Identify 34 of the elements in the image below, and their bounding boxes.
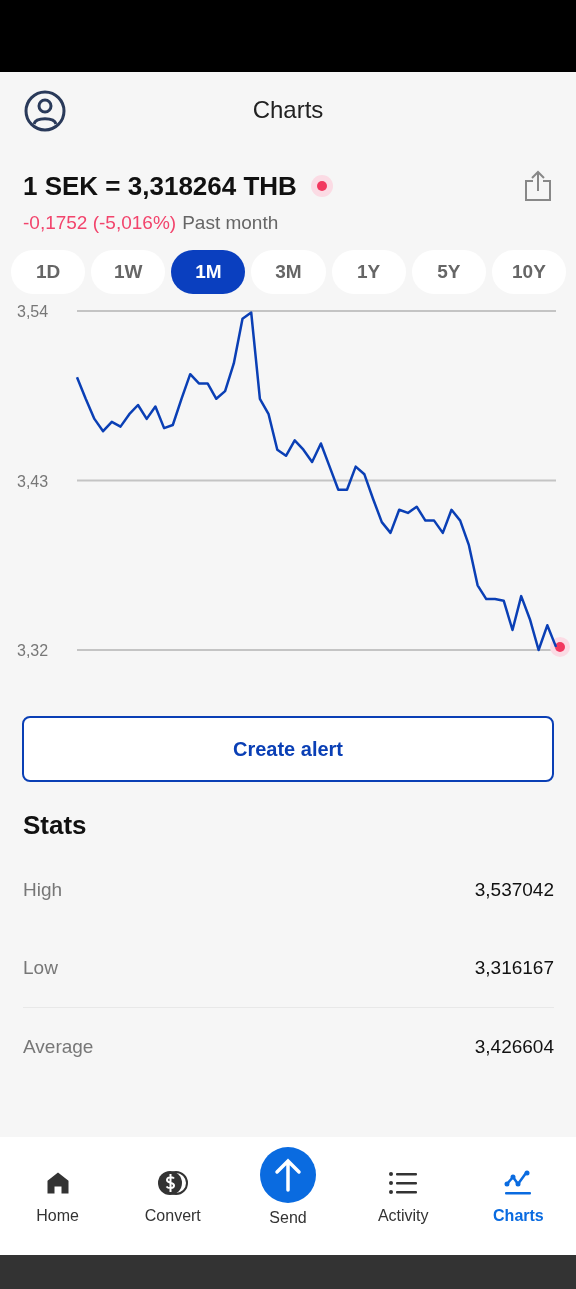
range-tab[interactable]: 1M (171, 250, 246, 294)
list-icon (388, 1169, 419, 1197)
stat-label: Low (23, 957, 58, 979)
page-title: Charts (252, 96, 324, 124)
share-icon[interactable] (524, 170, 552, 202)
axis-label: 3,43 (17, 472, 49, 490)
nav-item[interactable]: Send (230, 1137, 346, 1255)
range-tab[interactable]: 5Y (411, 250, 486, 294)
exchange-rate: 1 SEK = 3,318264 THB (23, 170, 297, 202)
stat-label: High (23, 879, 63, 901)
range-tab[interactable]: 1W (91, 250, 166, 294)
current-point-marker (550, 636, 570, 657)
range-tab[interactable]: 1Y (331, 250, 406, 294)
nav-item[interactable]: Charts (460, 1137, 576, 1255)
create-alert-button[interactable]: Create alert (22, 716, 554, 782)
stat-value: 3,426604 (474, 1036, 554, 1058)
stat-value: 3,537042 (474, 879, 554, 901)
line-chart-icon (504, 1169, 533, 1197)
send-icon (260, 1147, 316, 1203)
period-label: Past month (182, 212, 279, 234)
range-tab[interactable]: 1D (11, 250, 86, 294)
profile-icon[interactable] (24, 90, 66, 132)
nav-item[interactable]: Convert (115, 1137, 231, 1255)
coins-icon (155, 1169, 190, 1197)
stat-label: Average (23, 1036, 94, 1058)
rate-change: -0,1752 (-5,016%) (23, 212, 177, 234)
nav-item[interactable]: Home (0, 1137, 116, 1255)
stat-value: 3,316167 (474, 957, 554, 979)
nav-item[interactable]: Activity (345, 1137, 461, 1255)
section-title: Stats (22, 809, 88, 842)
range-tab[interactable]: 10Y (491, 250, 566, 294)
axis-label: 3,32 (17, 642, 49, 659)
range-tab[interactable]: 3M (251, 250, 326, 294)
axis-label: 3,54 (17, 303, 49, 320)
